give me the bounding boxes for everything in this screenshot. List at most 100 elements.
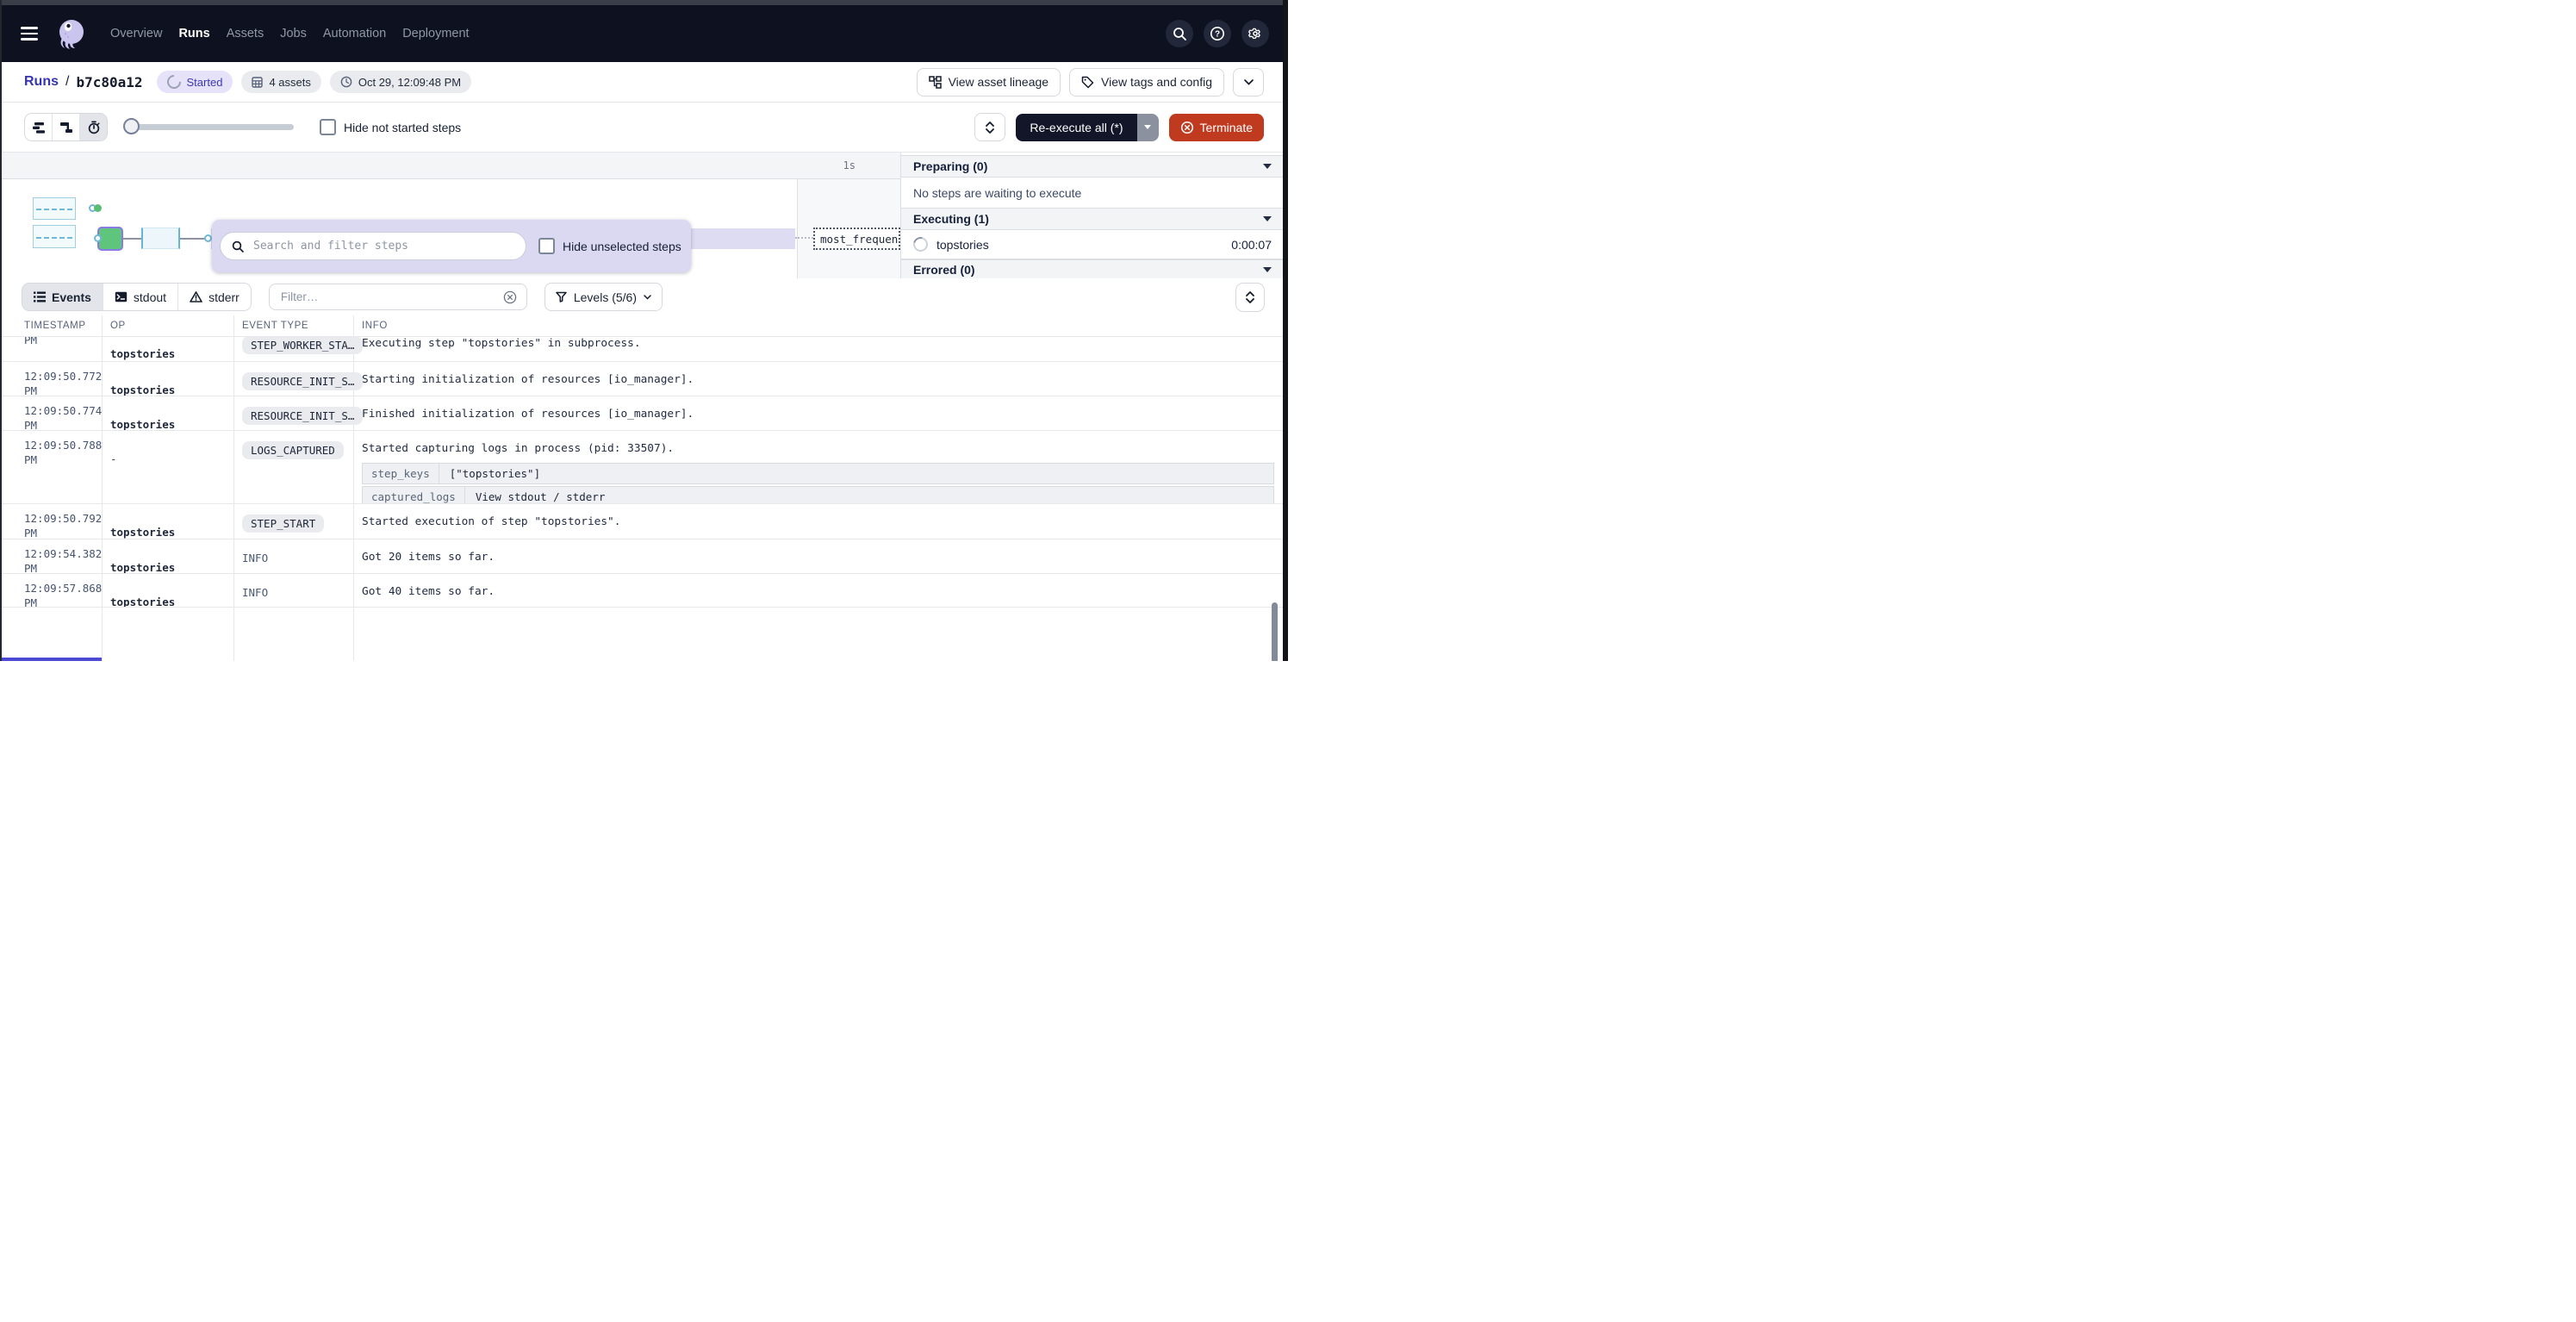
reexecute-menu-button[interactable] <box>1137 114 1159 141</box>
nav-item-assets[interactable]: Assets <box>227 27 264 41</box>
event-row[interactable]: PM topstories STEP_WORKER_STA… Executing… <box>0 337 1288 362</box>
gantt-step-dot[interactable] <box>94 204 102 212</box>
event-type-chip: RESOURCE_INIT_S… <box>242 407 363 425</box>
nav-links: Overview Runs Assets Jobs Automation Dep… <box>110 27 470 41</box>
gantt-time-axis: 1s <box>0 153 900 179</box>
step-status-panel: Preparing (0) No steps are waiting to ex… <box>900 153 1284 278</box>
dagster-run-page: Overview Runs Assets Jobs Automation Dep… <box>0 0 1288 661</box>
hide-not-started-label: Hide not started steps <box>344 121 461 134</box>
step-search-box[interactable] <box>220 232 526 260</box>
stderr-icon <box>190 291 202 302</box>
section-executing[interactable]: Executing (1) <box>901 208 1284 230</box>
collapse-caret-icon <box>1263 216 1272 221</box>
window-scrollbar-track[interactable] <box>1283 0 1288 661</box>
top-nav: Overview Runs Assets Jobs Automation Dep… <box>0 5 1288 62</box>
gantt-zoom-slider[interactable] <box>125 118 294 136</box>
nav-item-runs[interactable]: Runs <box>178 27 209 41</box>
run-actions-menu-button[interactable] <box>1233 68 1264 97</box>
section-errored[interactable]: Errored (0) <box>901 259 1284 278</box>
event-type-chip: LOGS_CAPTURED <box>242 441 344 459</box>
log-view-tabs: Events stdout stderr <box>22 283 252 311</box>
event-row[interactable]: 12:09:50.774PM topstories RESOURCE_INIT_… <box>0 396 1288 431</box>
event-row[interactable]: 12:09:50.788PM - LOGS_CAPTURED Started c… <box>0 431 1288 504</box>
event-row[interactable]: 12:09:57.868PM topstories INFO Got 40 it… <box>0 574 1288 608</box>
search-icon[interactable] <box>1166 20 1193 47</box>
help-icon[interactable]: ? <box>1204 20 1231 47</box>
gantt-step-queued[interactable] <box>141 228 180 249</box>
event-type-plain: INFO <box>242 584 268 599</box>
gantt-dynamic-step-placeholder[interactable] <box>33 225 76 248</box>
log-filter-box[interactable] <box>269 284 527 310</box>
tab-stdout[interactable]: stdout <box>103 284 178 310</box>
gantt-view-switcher <box>24 113 108 141</box>
event-type-chip: STEP_WORKER_STA… <box>242 337 363 354</box>
col-op: OP <box>110 321 126 331</box>
expand-icon <box>1246 291 1254 303</box>
reexecute-button[interactable]: Re-execute all (*) <box>1016 114 1136 141</box>
nav-item-overview[interactable]: Overview <box>110 27 162 41</box>
col-info: INFO <box>362 321 388 331</box>
event-row[interactable]: 12:09:50.792PM topstories STEP_START Sta… <box>0 504 1288 539</box>
slider-knob[interactable] <box>123 118 140 134</box>
terminate-button[interactable]: Terminate <box>1169 114 1264 141</box>
gantt-dynamic-step-placeholder[interactable] <box>33 197 76 220</box>
executing-step-row[interactable]: topstories 0:00:07 <box>901 230 1284 259</box>
lineage-icon <box>929 76 942 89</box>
executing-step-name: topstories <box>936 238 989 252</box>
dependency-node-circle <box>94 234 102 242</box>
step-search-input[interactable] <box>252 239 514 253</box>
pending-dependency-line <box>795 237 813 239</box>
log-filter-input[interactable] <box>279 290 496 304</box>
table-scrollbar-thumb[interactable] <box>1272 602 1278 661</box>
events-toolbar: Events stdout stderr Levels (5/6) <box>0 278 1288 315</box>
table-header: TIMESTAMP OP EVENT TYPE INFO <box>0 315 1288 337</box>
slider-track[interactable] <box>125 124 294 130</box>
captured-logs-link[interactable]: View stdout / stderr <box>465 487 616 504</box>
view-tags-config-button[interactable]: View tags and config <box>1069 68 1224 97</box>
assets-badge[interactable]: 4 assets <box>241 71 320 93</box>
breadcrumb-runs-link[interactable]: Runs <box>24 74 59 90</box>
col-event-type: EVENT TYPE <box>242 321 308 331</box>
gantt-step-most-frequent[interactable]: most_frequent_ <box>813 228 900 250</box>
event-row[interactable]: 12:09:50.772PM topstories RESOURCE_INIT_… <box>0 362 1288 396</box>
section-preparing[interactable]: Preparing (0) <box>901 155 1284 178</box>
svg-text:?: ? <box>1215 30 1220 40</box>
dagster-logo[interactable] <box>53 16 90 52</box>
clock-icon <box>340 76 352 88</box>
view-asset-lineage-button[interactable]: View asset lineage <box>917 68 1061 97</box>
gantt-pane: 1s most_frequent_ <box>0 153 900 278</box>
status-badge: Started <box>157 71 233 93</box>
stdout-icon <box>115 291 128 302</box>
tab-events[interactable]: Events <box>22 284 103 310</box>
search-magnifier-icon <box>232 240 244 253</box>
horizontal-scroll-indicator[interactable] <box>0 658 102 661</box>
flat-view-icon[interactable] <box>25 114 53 140</box>
waterfall-view-icon[interactable] <box>53 114 80 140</box>
executing-elapsed-time: 0:00:07 <box>1231 238 1272 252</box>
gantt-gridline <box>797 179 798 278</box>
metadata-row: step_keys ["topstories"] <box>362 463 1274 484</box>
timing-view-icon[interactable] <box>80 114 107 140</box>
nav-item-deployment[interactable]: Deployment <box>402 27 469 41</box>
nav-item-jobs[interactable]: Jobs <box>280 27 307 41</box>
hide-unselected-checkbox[interactable] <box>538 238 555 254</box>
event-row[interactable]: 12:09:54.382PM topstories INFO Got 20 it… <box>0 539 1288 574</box>
collapse-caret-icon <box>1263 267 1272 272</box>
collapse-caret-icon <box>1263 164 1272 169</box>
events-list-icon <box>34 291 46 302</box>
caret-down-icon <box>1144 125 1151 129</box>
levels-dropdown[interactable]: Levels (5/6) <box>544 283 663 311</box>
reexecute-split-button: Re-execute all (*) <box>1016 114 1158 141</box>
hamburger-icon[interactable] <box>21 27 38 41</box>
nav-item-automation[interactable]: Automation <box>323 27 386 41</box>
events-table: TIMESTAMP OP EVENT TYPE INFO PM topstori… <box>0 315 1288 661</box>
expand-logs-button[interactable] <box>1235 283 1265 312</box>
run-toolbar: Hide not started steps Re-execute all (*… <box>0 103 1288 153</box>
panel-resize-button[interactable] <box>974 113 1005 141</box>
terminate-icon <box>1180 121 1194 134</box>
event-type-chip: RESOURCE_INIT_S… <box>242 372 363 390</box>
tab-stderr[interactable]: stderr <box>178 284 251 310</box>
gear-icon[interactable] <box>1241 20 1269 47</box>
hide-not-started-checkbox[interactable] <box>320 119 336 135</box>
clear-icon[interactable] <box>503 290 517 304</box>
